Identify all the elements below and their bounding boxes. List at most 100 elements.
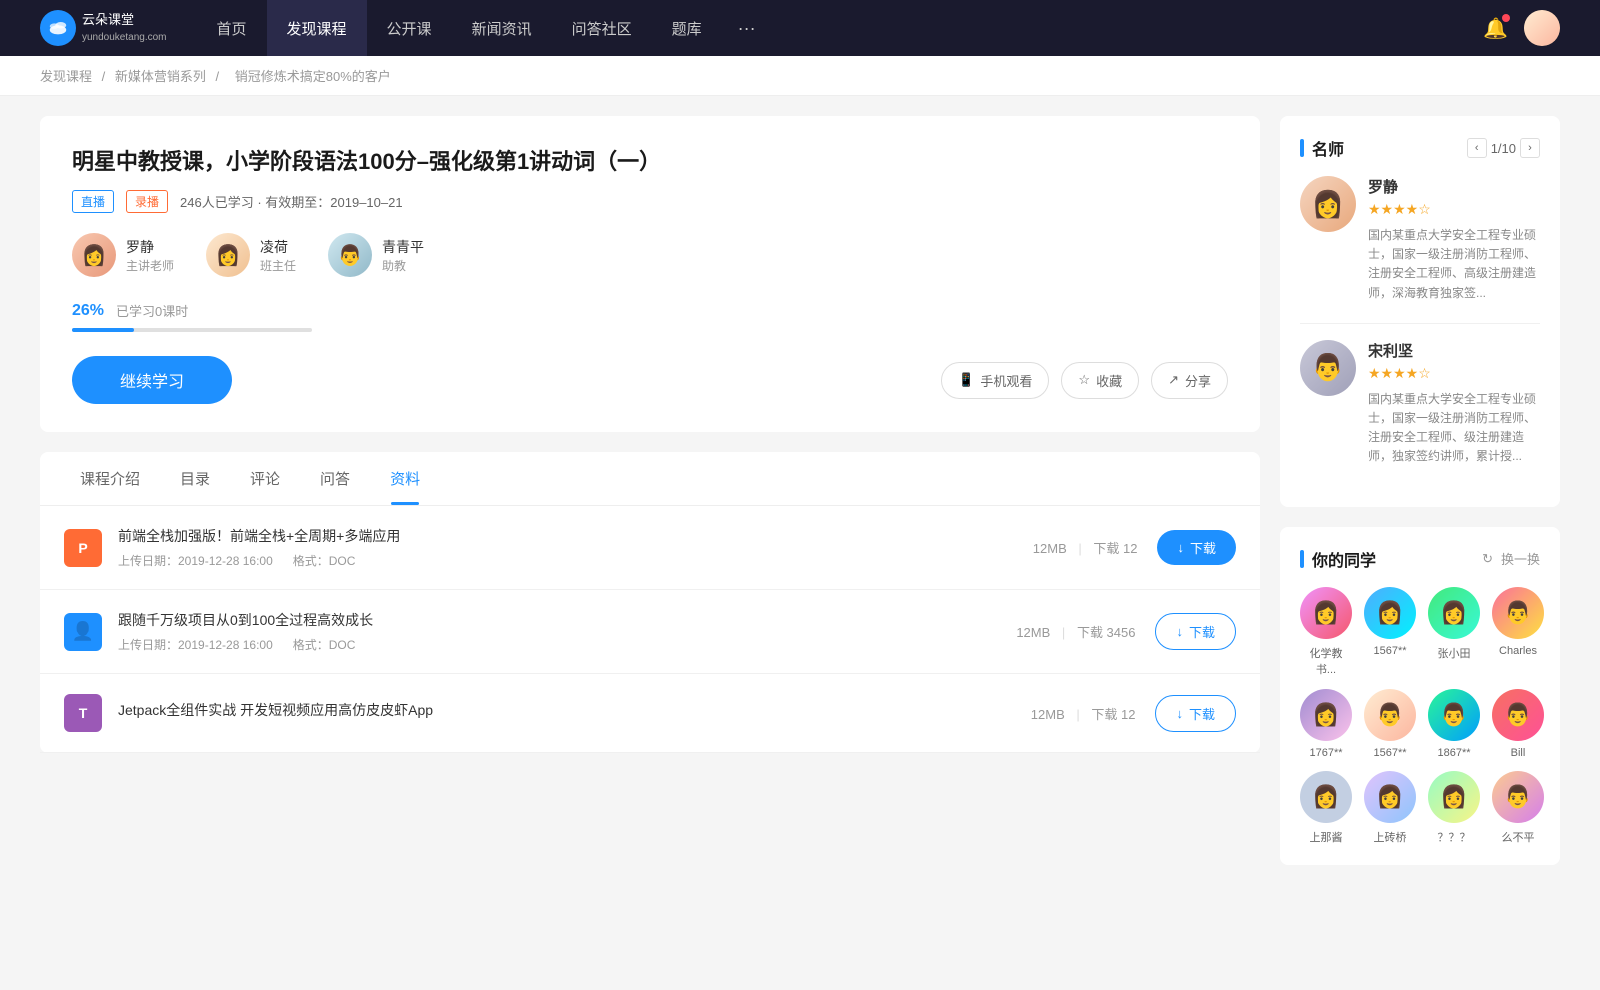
share-icon: ↗ [1168, 372, 1179, 388]
classmate-5-avatar[interactable]: 👩 [1300, 689, 1352, 741]
tabs: 课程介绍 目录 评论 问答 资料 [40, 452, 1260, 506]
resource-sub-1: 上传日期：2019-12-28 16:00 格式：DOC [118, 552, 1033, 569]
download-button-1[interactable]: ↓ 下载 [1157, 530, 1236, 565]
bell-icon[interactable]: 🔔 [1483, 16, 1508, 41]
collect-label: 收藏 [1096, 371, 1122, 390]
breadcrumb: 发现课程 / 新媒体营销系列 / 销冠修炼术搞定80%的客户 [0, 56, 1600, 96]
tab-reviews[interactable]: 评论 [230, 452, 300, 505]
teacher-2-avatar: 👩 [206, 233, 250, 277]
breadcrumb-sep1: / [102, 69, 109, 84]
teacher-2-name: 凌荷 [260, 237, 296, 257]
continue-button[interactable]: 继续学习 [72, 356, 232, 404]
star-icon: ☆ [1078, 372, 1090, 388]
sidebar-teachers-pagination: ‹ 1/10 › [1467, 138, 1540, 158]
download-icon-1: ↓ [1177, 540, 1184, 555]
download-button-2[interactable]: ↓ 下载 [1155, 613, 1236, 650]
tab-qa[interactable]: 问答 [300, 452, 370, 505]
nav-public[interactable]: 公开课 [367, 0, 452, 56]
classmate-4: 👨 Charles [1492, 587, 1544, 677]
mobile-icon: 📱 [958, 372, 974, 388]
resource-name-1: 前端全栈加强版！前端全栈+全周期+多端应用 [118, 526, 1033, 546]
classmate-6-avatar[interactable]: 👨 [1364, 689, 1416, 741]
classmate-9-avatar[interactable]: 👩 [1300, 771, 1352, 823]
download-label-2: 下载 [1189, 622, 1215, 641]
course-meta-text: 246人已学习 · 有效期至：2019–10–21 [180, 192, 403, 211]
sidebar-teacher-1: 👩 罗静 ★★★★☆ 国内某重点大学安全工程专业硕士，国家一级注册消防工程师、注… [1300, 176, 1540, 303]
classmate-7-name: 1867** [1437, 747, 1470, 759]
main-nav: 首页 发现课程 公开课 新闻资讯 问答社区 题库 ··· [197, 0, 1484, 56]
classmate-12-avatar[interactable]: 👨 [1492, 771, 1544, 823]
course-card: 明星中教授课，小学阶段语法100分–强化级第1讲动词（一） 直播 录播 246人… [40, 116, 1260, 432]
tab-content: P 前端全栈加强版！前端全栈+全周期+多端应用 上传日期：2019-12-28 … [40, 506, 1260, 753]
logo[interactable]: 云朵课堂yundouketang.com [40, 10, 167, 46]
classmate-1-avatar[interactable]: 👩 [1300, 587, 1352, 639]
download-label-3: 下载 [1189, 704, 1215, 723]
badge-live: 直播 [72, 190, 114, 213]
progress-section: 26% 已学习0课时 [72, 301, 1228, 332]
teacher-1-name: 罗静 [126, 237, 174, 257]
classmate-7-avatar[interactable]: 👨 [1428, 689, 1480, 741]
mobile-watch-button[interactable]: 📱 手机观看 [941, 362, 1049, 399]
nav-qa[interactable]: 问答社区 [552, 0, 652, 56]
breadcrumb-discover[interactable]: 发现课程 [40, 69, 92, 84]
logo-icon [40, 10, 76, 46]
refresh-btn[interactable]: ↻ 换一换 [1482, 549, 1540, 568]
pg-prev[interactable]: ‹ [1467, 138, 1487, 158]
classmate-6-name: 1567** [1373, 747, 1406, 759]
collect-button[interactable]: ☆ 收藏 [1061, 362, 1139, 399]
sidebar-teacher-1-desc: 国内某重点大学安全工程专业硕士，国家一级注册消防工程师、注册安全工程师、高级注册… [1368, 226, 1540, 303]
user-avatar-header[interactable] [1524, 10, 1560, 46]
classmate-8-avatar[interactable]: 👨 [1492, 689, 1544, 741]
resource-stats-3: 12MB | 下载 12 [1031, 704, 1136, 723]
resource-info-2: 跟随千万级项目从0到100全过程高效成长 上传日期：2019-12-28 16:… [118, 610, 1016, 653]
sidebar-teacher-2: 👨 宋利坚 ★★★★☆ 国内某重点大学安全工程专业硕士，国家一级注册消防工程师、… [1300, 340, 1540, 467]
sidebar-teacher-1-avatar: 👩 [1300, 176, 1356, 232]
header-right: 🔔 [1483, 10, 1560, 46]
breadcrumb-series[interactable]: 新媒体营销系列 [115, 69, 206, 84]
nav-news[interactable]: 新闻资讯 [452, 0, 552, 56]
share-button[interactable]: ↗ 分享 [1151, 362, 1228, 399]
tab-catalog[interactable]: 目录 [160, 452, 230, 505]
classmate-6: 👨 1567** [1364, 689, 1416, 759]
classmate-9: 👩 上那酱 [1300, 771, 1352, 845]
download-icon-3: ↓ [1176, 706, 1183, 721]
classmate-3: 👩 张小田 [1428, 587, 1480, 677]
course-title: 明星中教授课，小学阶段语法100分–强化级第1讲动词（一） [72, 144, 1228, 176]
classmate-2: 👩 1567** [1364, 587, 1416, 677]
sidebar-teacher-2-name: 宋利坚 [1368, 340, 1540, 361]
classmate-11-avatar[interactable]: 👩 [1428, 771, 1480, 823]
pagination: ‹ 1/10 › [1467, 138, 1540, 158]
classmate-4-name: Charles [1499, 645, 1537, 657]
resource-icon-3: T [64, 694, 102, 732]
notification-dot [1502, 14, 1510, 22]
tab-intro[interactable]: 课程介绍 [60, 452, 160, 505]
classmate-7: 👨 1867** [1428, 689, 1480, 759]
tab-resources[interactable]: 资料 [370, 452, 440, 505]
classmate-5: 👩 1767** [1300, 689, 1352, 759]
nav-home[interactable]: 首页 [197, 0, 267, 56]
nav-discover[interactable]: 发现课程 [267, 0, 367, 56]
sidebar-teacher-1-name: 罗静 [1368, 176, 1540, 197]
teacher-3-avatar: 👨 [328, 233, 372, 277]
classmate-11-name: ？？？ [1438, 829, 1471, 845]
nav-more[interactable]: ··· [722, 18, 772, 39]
sidebar-classmates-card: 你的同学 ↻ 换一换 👩 化学教书... 👩 1567** 👩 张小田 [1280, 527, 1560, 865]
nav-questions[interactable]: 题库 [652, 0, 722, 56]
classmate-10-avatar[interactable]: 👩 [1364, 771, 1416, 823]
download-button-3[interactable]: ↓ 下载 [1155, 695, 1236, 732]
classmate-4-avatar[interactable]: 👨 [1492, 587, 1544, 639]
sidebar-teachers-card: 名师 ‹ 1/10 › 👩 罗静 ★★★★☆ 国内某重点大学安全工程专业硕士，国… [1280, 116, 1560, 507]
mobile-label: 手机观看 [980, 371, 1032, 390]
resource-info-3: Jetpack全组件实战 开发短视频应用高仿皮皮虾App [118, 700, 1031, 726]
refresh-label: 换一换 [1501, 549, 1540, 568]
teacher-3-role: 助教 [382, 257, 424, 274]
classmate-12-name: 么不平 [1502, 829, 1535, 845]
classmate-3-avatar[interactable]: 👩 [1428, 587, 1480, 639]
teacher-2-role: 班主任 [260, 257, 296, 274]
classmate-10-name: 上砖桥 [1374, 829, 1407, 845]
sidebar-teacher-2-stars: ★★★★☆ [1368, 365, 1540, 382]
pg-next[interactable]: › [1520, 138, 1540, 158]
course-meta: 直播 录播 246人已学习 · 有效期至：2019–10–21 [72, 190, 1228, 213]
classmate-8: 👨 Bill [1492, 689, 1544, 759]
classmate-2-avatar[interactable]: 👩 [1364, 587, 1416, 639]
